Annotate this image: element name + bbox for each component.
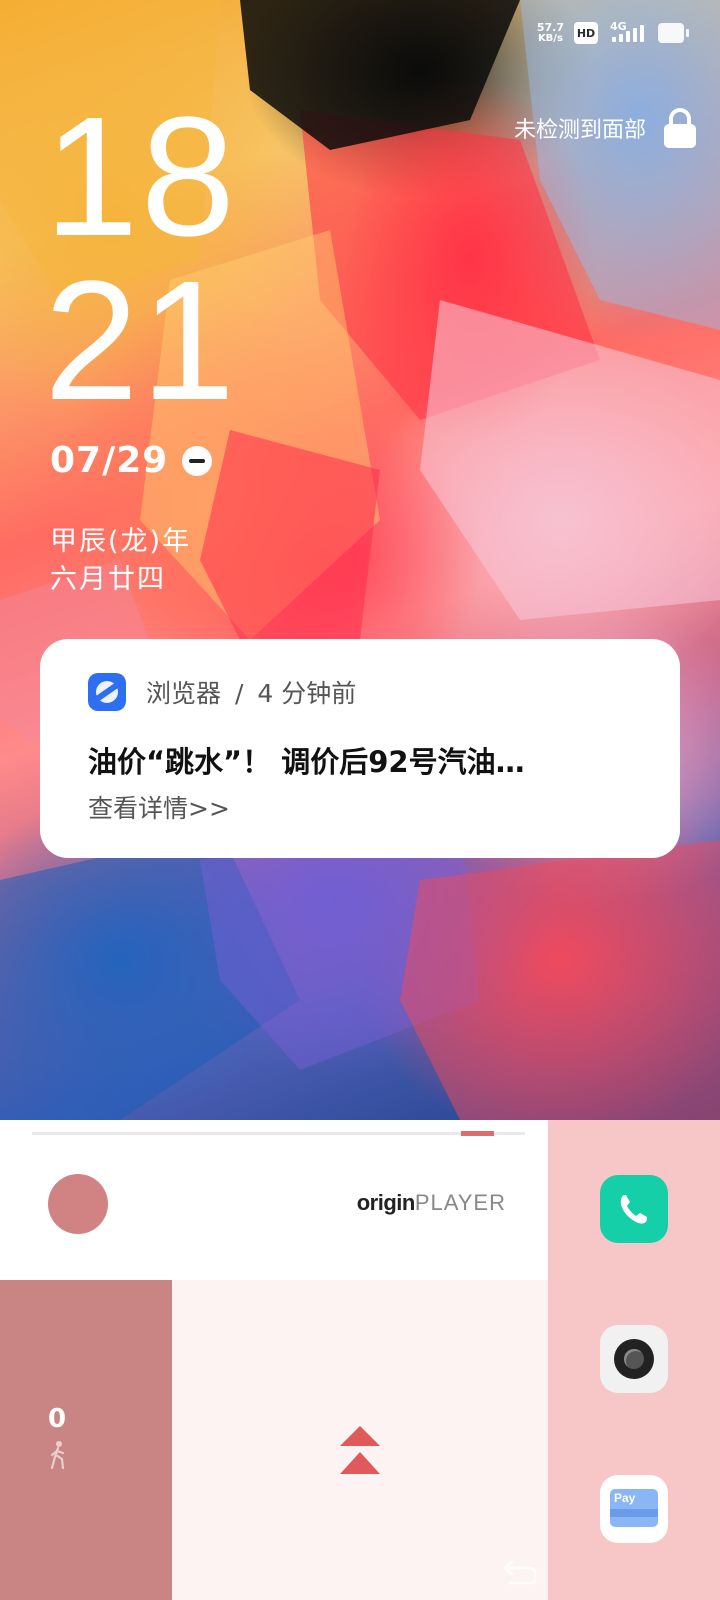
camera-icon: [614, 1339, 654, 1379]
lock-icon: [664, 108, 696, 148]
notification-view-details-link[interactable]: 查看详情>>: [88, 789, 230, 825]
do-not-disturb-icon[interactable]: [182, 445, 213, 476]
step-counter-widget[interactable]: 0: [0, 1280, 172, 1600]
double-chevron-up-icon: [340, 1426, 380, 1474]
clock-hours: 18: [44, 82, 238, 272]
notification-time: 4 分钟前: [257, 679, 357, 708]
date-text: 07/29: [50, 440, 169, 481]
phone-icon: [620, 1195, 647, 1224]
network-speed: 57.7 KB/s: [536, 21, 564, 44]
notification-card[interactable]: 浏览器 / 4 分钟前 油价“跳水”！ 调价后92号汽油… 查看详情>>: [40, 639, 680, 858]
camera-shortcut-button[interactable]: [600, 1325, 668, 1393]
notification-app-name: 浏览器: [146, 679, 222, 708]
album-art-circle[interactable]: [48, 1174, 108, 1234]
lunar-day: 六月廿四: [50, 564, 166, 595]
swipe-up-area[interactable]: [172, 1280, 548, 1600]
face-unlock-status[interactable]: 未检测到面部: [514, 108, 696, 148]
lunar-year: 甲辰(龙)年: [50, 526, 192, 557]
lunar-date: 甲辰(龙)年 六月廿四: [50, 523, 191, 599]
status-bar: 57.7 KB/s HD 4G: [536, 18, 689, 48]
widget-area: origin PLAYER 0 Pay: [0, 1120, 720, 1600]
notification-separator: /: [234, 679, 244, 708]
back-arrow-icon[interactable]: [502, 1556, 538, 1586]
browser-icon: [88, 673, 126, 711]
wallet-pay-icon: Pay: [610, 1489, 658, 1527]
origin-player-logo: origin PLAYER: [356, 1190, 506, 1215]
date-row: 07/29: [50, 440, 213, 481]
notification-title: 油价“跳水”！ 调价后92号汽油…: [88, 745, 525, 779]
signal-bars-icon: 4G: [608, 20, 648, 46]
step-count: 0: [48, 1404, 67, 1434]
notification-header: 浏览器 / 4 分钟前: [88, 673, 356, 711]
pay-shortcut-button[interactable]: Pay: [600, 1475, 668, 1543]
shortcut-dock: Pay: [548, 1120, 720, 1600]
phone-shortcut-button[interactable]: [600, 1175, 668, 1243]
music-progress-track[interactable]: [32, 1131, 525, 1136]
clock-minutes: 21: [44, 246, 238, 436]
music-progress-thumb[interactable]: [461, 1131, 494, 1136]
walking-person-icon: [50, 1441, 65, 1470]
face-unlock-text: 未检测到面部: [513, 118, 646, 143]
battery-icon: [658, 23, 689, 43]
hd-voice-icon: HD: [574, 22, 598, 44]
music-player-widget[interactable]: origin PLAYER: [0, 1120, 548, 1280]
